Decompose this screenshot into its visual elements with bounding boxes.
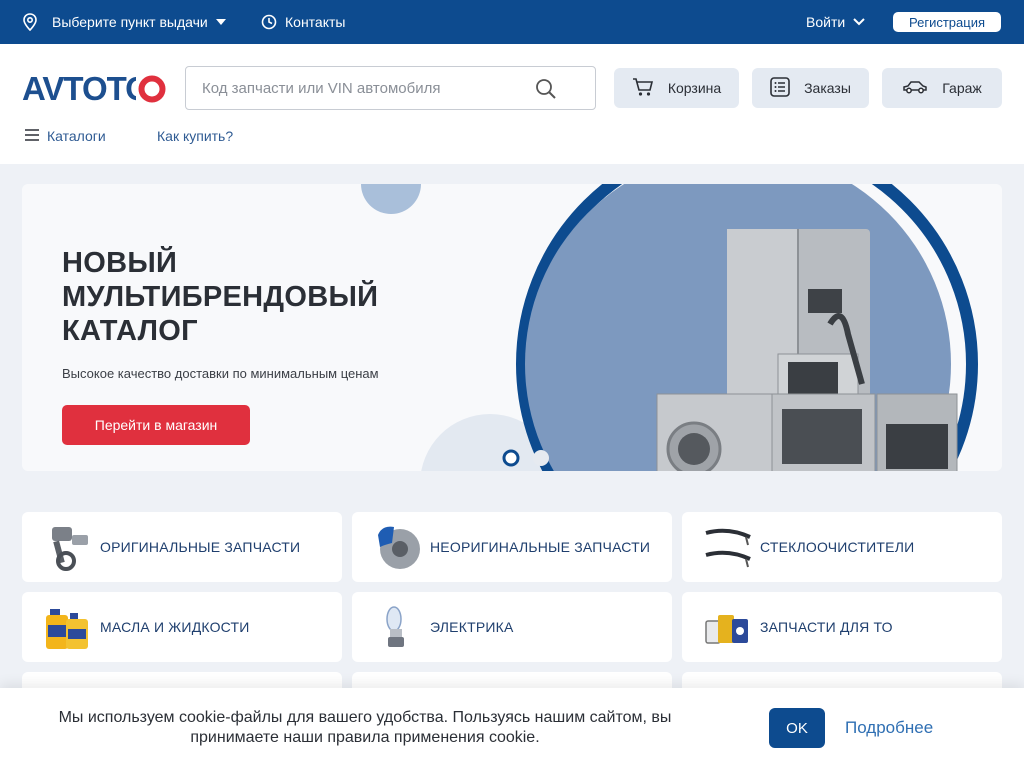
how-to-buy-link[interactable]: Как купить? [157, 128, 233, 144]
orders-list-icon [770, 76, 790, 100]
category-card[interactable]: МАСЛА И ЖИДКОСТИ [22, 592, 342, 662]
promo-banner: НОВЫЙ МУЛЬТИБРЕНДОВЫЙ КАТАЛОГ Высокое ка… [22, 184, 1002, 471]
top-bar: Выберите пункт выдачи Контакты Войти Рег… [0, 0, 1024, 44]
category-card[interactable]: ЭЛЕКТРИКА [352, 592, 672, 662]
search-input[interactable] [186, 68, 526, 108]
cookie-more-link[interactable]: Подробнее [845, 718, 933, 738]
clock-icon [261, 14, 277, 30]
contacts-link[interactable]: Контакты [261, 0, 345, 44]
logo-icon: AVTOTO [22, 70, 168, 107]
brake-disc-icon [372, 521, 424, 573]
caret-down-icon [215, 19, 226, 25]
decor-circle-top [361, 184, 421, 214]
catalogs-label: Каталоги [47, 128, 106, 144]
search-icon[interactable] [535, 78, 557, 105]
orders-button[interactable]: Заказы [752, 68, 869, 108]
pickup-point-selector[interactable]: Выберите пункт выдачи [22, 0, 226, 44]
site-logo[interactable]: AVTOTO [22, 70, 168, 107]
contacts-label: Контакты [285, 14, 346, 30]
register-button[interactable]: Регистрация [893, 12, 1001, 32]
banner-title: НОВЫЙ МУЛЬТИБРЕНДОВЫЙ КАТАЛОГ [62, 246, 378, 348]
bulb-icon [372, 601, 424, 653]
cookie-ok-button[interactable]: OK [769, 708, 825, 748]
cart-button[interactable]: Корзина [614, 68, 739, 108]
hamburger-icon [25, 128, 39, 144]
car-icon [902, 80, 928, 97]
logo-text: AVTOTO [22, 72, 150, 104]
banner-title-line: КАТАЛОГ [62, 315, 198, 347]
oil-can-icon [42, 601, 94, 653]
banner-subtitle: Высокое качество доставки по минимальным… [62, 366, 379, 381]
category-card[interactable]: ЗАПЧАСТИ ДЛЯ ТО [682, 592, 1002, 662]
login-label: Войти [806, 14, 846, 30]
slider-dot-active[interactable] [502, 449, 520, 467]
category-label: ЭЛЕКТРИКА [430, 619, 514, 635]
slider-dot[interactable] [533, 450, 549, 466]
banner-title-line: МУЛЬТИБРЕНДОВЫЙ [62, 281, 379, 313]
piston-icon [42, 521, 94, 573]
filters-icon [702, 601, 754, 653]
category-label: ЗАПЧАСТИ ДЛЯ ТО [760, 619, 893, 635]
category-label: СТЕКЛООЧИСТИТЕЛИ [760, 539, 915, 555]
cookie-text: Мы используем cookie-файлы для вашего уд… [58, 709, 672, 746]
category-label: НЕОРИГИНАЛЬНЫЕ ЗАПЧАСТИ [430, 539, 651, 555]
garage-button[interactable]: Гараж [882, 68, 1002, 108]
category-card[interactable]: НЕОРИГИНАЛЬНЫЕ ЗАПЧАСТИ [352, 512, 672, 582]
category-label: МАСЛА И ЖИДКОСТИ [100, 619, 250, 635]
wiper-icon [702, 521, 754, 573]
cart-label: Корзина [667, 80, 722, 96]
category-card[interactable]: СТЕКЛООЧИСТИТЕЛИ [682, 512, 1002, 582]
category-card[interactable]: ОРИГИНАЛЬНЫЕ ЗАПЧАСТИ [22, 512, 342, 582]
pickup-point-label: Выберите пункт выдачи [52, 14, 208, 30]
catalogs-menu[interactable]: Каталоги [25, 128, 106, 144]
cart-icon [632, 77, 654, 100]
how-to-buy-label: Как купить? [157, 128, 234, 144]
banner-title-line: НОВЫЙ [62, 247, 178, 279]
category-label: ОРИГИНАЛЬНЫЕ ЗАПЧАСТИ [100, 539, 301, 555]
garage-label: Гараж [942, 80, 982, 96]
login-button[interactable]: Войти [806, 0, 865, 44]
search-box [185, 66, 596, 110]
cookie-banner: Мы используем cookie-файлы для вашего уд… [0, 688, 1024, 768]
go-to-shop-button[interactable]: Перейти в магазин [62, 405, 250, 445]
chevron-down-icon [853, 18, 865, 26]
orders-label: Заказы [804, 80, 851, 96]
location-pin-icon [22, 13, 38, 31]
